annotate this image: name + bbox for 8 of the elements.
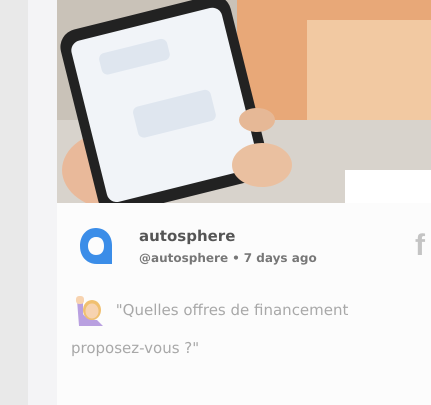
author-handle: @autosphere bbox=[139, 251, 228, 265]
post-time: 7 days ago bbox=[244, 251, 317, 265]
facebook-icon[interactable]: f bbox=[415, 229, 425, 263]
person-raising-hand-icon bbox=[75, 296, 105, 326]
author-name: autosphere bbox=[139, 227, 236, 245]
logo-icon bbox=[78, 226, 114, 266]
post-text: "Quelles offres de financement proposez-vous ?" bbox=[71, 291, 419, 367]
separator-dot: • bbox=[232, 251, 240, 265]
